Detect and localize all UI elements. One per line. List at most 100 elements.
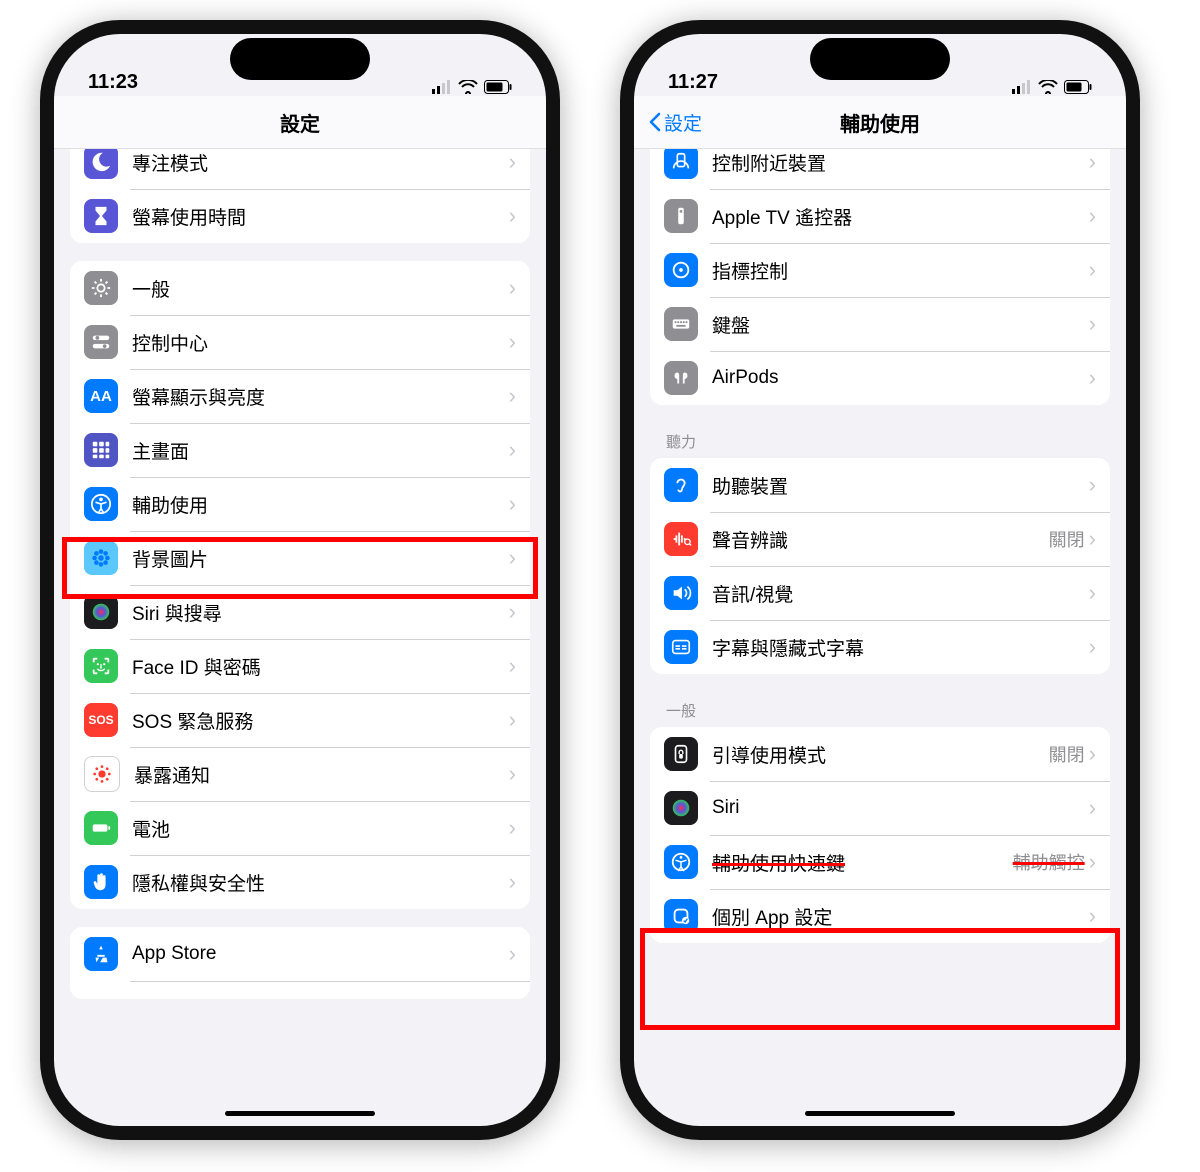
status-time: 11:27: [668, 71, 718, 94]
chevron-right-icon: ›: [509, 869, 530, 895]
row-label: 個別 App 設定: [712, 903, 1089, 930]
group-hearing: 助聽裝置 › 聲音辨識 關閉 › 音訊/視覺 ›: [650, 458, 1110, 674]
nav-bar: 設定 輔助使用: [634, 96, 1126, 149]
status-time: 11:23: [88, 71, 138, 94]
row-label: 電池: [132, 815, 509, 842]
row-label: 螢幕使用時間: [132, 203, 509, 230]
chevron-right-icon: ›: [509, 437, 530, 463]
home-indicator[interactable]: [225, 1111, 375, 1116]
chevron-right-icon: ›: [509, 383, 530, 409]
settings-row-sos[interactable]: SOS SOS 緊急服務 ›: [70, 693, 530, 747]
settings-row-cut[interactable]: [70, 981, 530, 999]
siri-icon: [664, 791, 698, 825]
row-label: 音訊/視覺: [712, 580, 1089, 607]
cellular-icon: [1012, 80, 1032, 94]
row-label: 控制中心: [132, 329, 509, 356]
group-general: 一般 › 控制中心 › AA 螢幕顯示與亮度 ›: [70, 261, 530, 909]
group-appstore: App Store ›: [70, 927, 530, 999]
settings-row-homescreen[interactable]: 主畫面 ›: [70, 423, 530, 477]
settings-row-focus[interactable]: 專注模式 ›: [70, 149, 530, 189]
flower-icon: [84, 541, 118, 575]
chevron-right-icon: ›: [509, 275, 530, 301]
row-siri[interactable]: Siri ›: [650, 781, 1110, 835]
row-label: 暴露通知: [134, 761, 509, 788]
sos-icon: SOS: [84, 703, 118, 737]
settings-row-general[interactable]: 一般 ›: [70, 261, 530, 315]
chevron-right-icon: ›: [509, 653, 530, 679]
chevron-right-icon: ›: [509, 941, 530, 967]
row-label: 螢幕顯示與亮度: [132, 383, 509, 410]
faceid-icon: [84, 649, 118, 683]
textsize-icon: AA: [84, 379, 118, 413]
row-label: 專注模式: [132, 149, 509, 176]
gear-icon: [84, 271, 118, 305]
row-value: 關閉: [1049, 741, 1085, 767]
sound-icon: [664, 522, 698, 556]
chevron-right-icon: ›: [509, 545, 530, 571]
chevron-right-icon: ›: [1089, 365, 1110, 391]
row-label: 字幕與隱藏式字幕: [712, 634, 1089, 661]
wifi-icon: [1038, 80, 1058, 94]
hand-icon: [84, 865, 118, 899]
back-button[interactable]: 設定: [648, 109, 702, 136]
row-label: 控制附近裝置: [712, 149, 1089, 176]
row-captions[interactable]: 字幕與隱藏式字幕 ›: [650, 620, 1110, 674]
appstore-icon: [84, 937, 118, 971]
guided-icon: [664, 737, 698, 771]
chevron-right-icon: ›: [1089, 849, 1110, 875]
row-label: 輔助使用: [132, 491, 509, 518]
row-sound-recognition[interactable]: 聲音辨識 關閉 ›: [650, 512, 1110, 566]
pointer-icon: [664, 253, 698, 287]
settings-row-screentime[interactable]: 螢幕使用時間 ›: [70, 189, 530, 243]
row-airpods[interactable]: AirPods ›: [650, 351, 1110, 405]
chevron-right-icon: ›: [1089, 149, 1110, 175]
row-appletv-remote[interactable]: Apple TV 遙控器 ›: [650, 189, 1110, 243]
row-hearing-devices[interactable]: 助聽裝置 ›: [650, 458, 1110, 512]
row-shortcut[interactable]: 輔助使用快速鍵 輔助觸控 ›: [650, 835, 1110, 889]
chevron-right-icon: ›: [509, 599, 530, 625]
chevron-right-icon: ›: [1089, 526, 1110, 552]
dynamic-island: [230, 38, 370, 80]
settings-row-privacy[interactable]: 隱私權與安全性 ›: [70, 855, 530, 909]
hourglass-icon: [84, 199, 118, 233]
chevron-right-icon: ›: [1089, 580, 1110, 606]
row-label: Siri 與搜尋: [132, 599, 509, 626]
settings-row-siri[interactable]: Siri 與搜尋 ›: [70, 585, 530, 639]
row-label: Face ID 與密碼: [132, 653, 509, 680]
wifi-icon: [458, 80, 478, 94]
settings-row-accessibility[interactable]: 輔助使用 ›: [70, 477, 530, 531]
chevron-right-icon: ›: [1089, 472, 1110, 498]
home-indicator[interactable]: [805, 1111, 955, 1116]
settings-row-faceid[interactable]: Face ID 與密碼 ›: [70, 639, 530, 693]
shortcut-icon: [664, 845, 698, 879]
settings-row-exposure[interactable]: 暴露通知 ›: [70, 747, 530, 801]
chevron-right-icon: ›: [1089, 311, 1110, 337]
settings-list[interactable]: 專注模式 › 螢幕使用時間 › 一般 ›: [54, 149, 546, 1126]
airpods-icon: [664, 361, 698, 395]
grid-icon: [84, 433, 118, 467]
row-pointer[interactable]: 指標控制 ›: [650, 243, 1110, 297]
settings-row-battery[interactable]: 電池 ›: [70, 801, 530, 855]
row-keyboard[interactable]: 鍵盤 ›: [650, 297, 1110, 351]
accessibility-list[interactable]: 控制附近裝置 › Apple TV 遙控器 › 指標控制 ›: [634, 149, 1126, 1126]
settings-row-wallpaper[interactable]: 背景圖片 ›: [70, 531, 530, 585]
group-general: 引導使用模式 關閉 › Siri › 輔助使用快速鍵 輔助觸控: [650, 727, 1110, 943]
chevron-right-icon: ›: [509, 815, 530, 841]
chevron-right-icon: ›: [509, 707, 530, 733]
row-nearby[interactable]: 控制附近裝置 ›: [650, 149, 1110, 189]
settings-row-appstore[interactable]: App Store ›: [70, 927, 530, 981]
accessibility-icon: [84, 487, 118, 521]
nearby-icon: [664, 149, 698, 179]
back-label: 設定: [664, 109, 702, 136]
row-per-app[interactable]: 個別 App 設定 ›: [650, 889, 1110, 943]
battery-icon: [1064, 80, 1092, 94]
row-guided-access[interactable]: 引導使用模式 關閉 ›: [650, 727, 1110, 781]
settings-row-controlcenter[interactable]: 控制中心 ›: [70, 315, 530, 369]
settings-row-display[interactable]: AA 螢幕顯示與亮度 ›: [70, 369, 530, 423]
siri-icon: [84, 595, 118, 629]
row-label: 助聽裝置: [712, 472, 1089, 499]
chevron-right-icon: ›: [1089, 741, 1110, 767]
row-audio-visual[interactable]: 音訊/視覺 ›: [650, 566, 1110, 620]
remote-icon: [664, 199, 698, 233]
row-label: 指標控制: [712, 257, 1089, 284]
